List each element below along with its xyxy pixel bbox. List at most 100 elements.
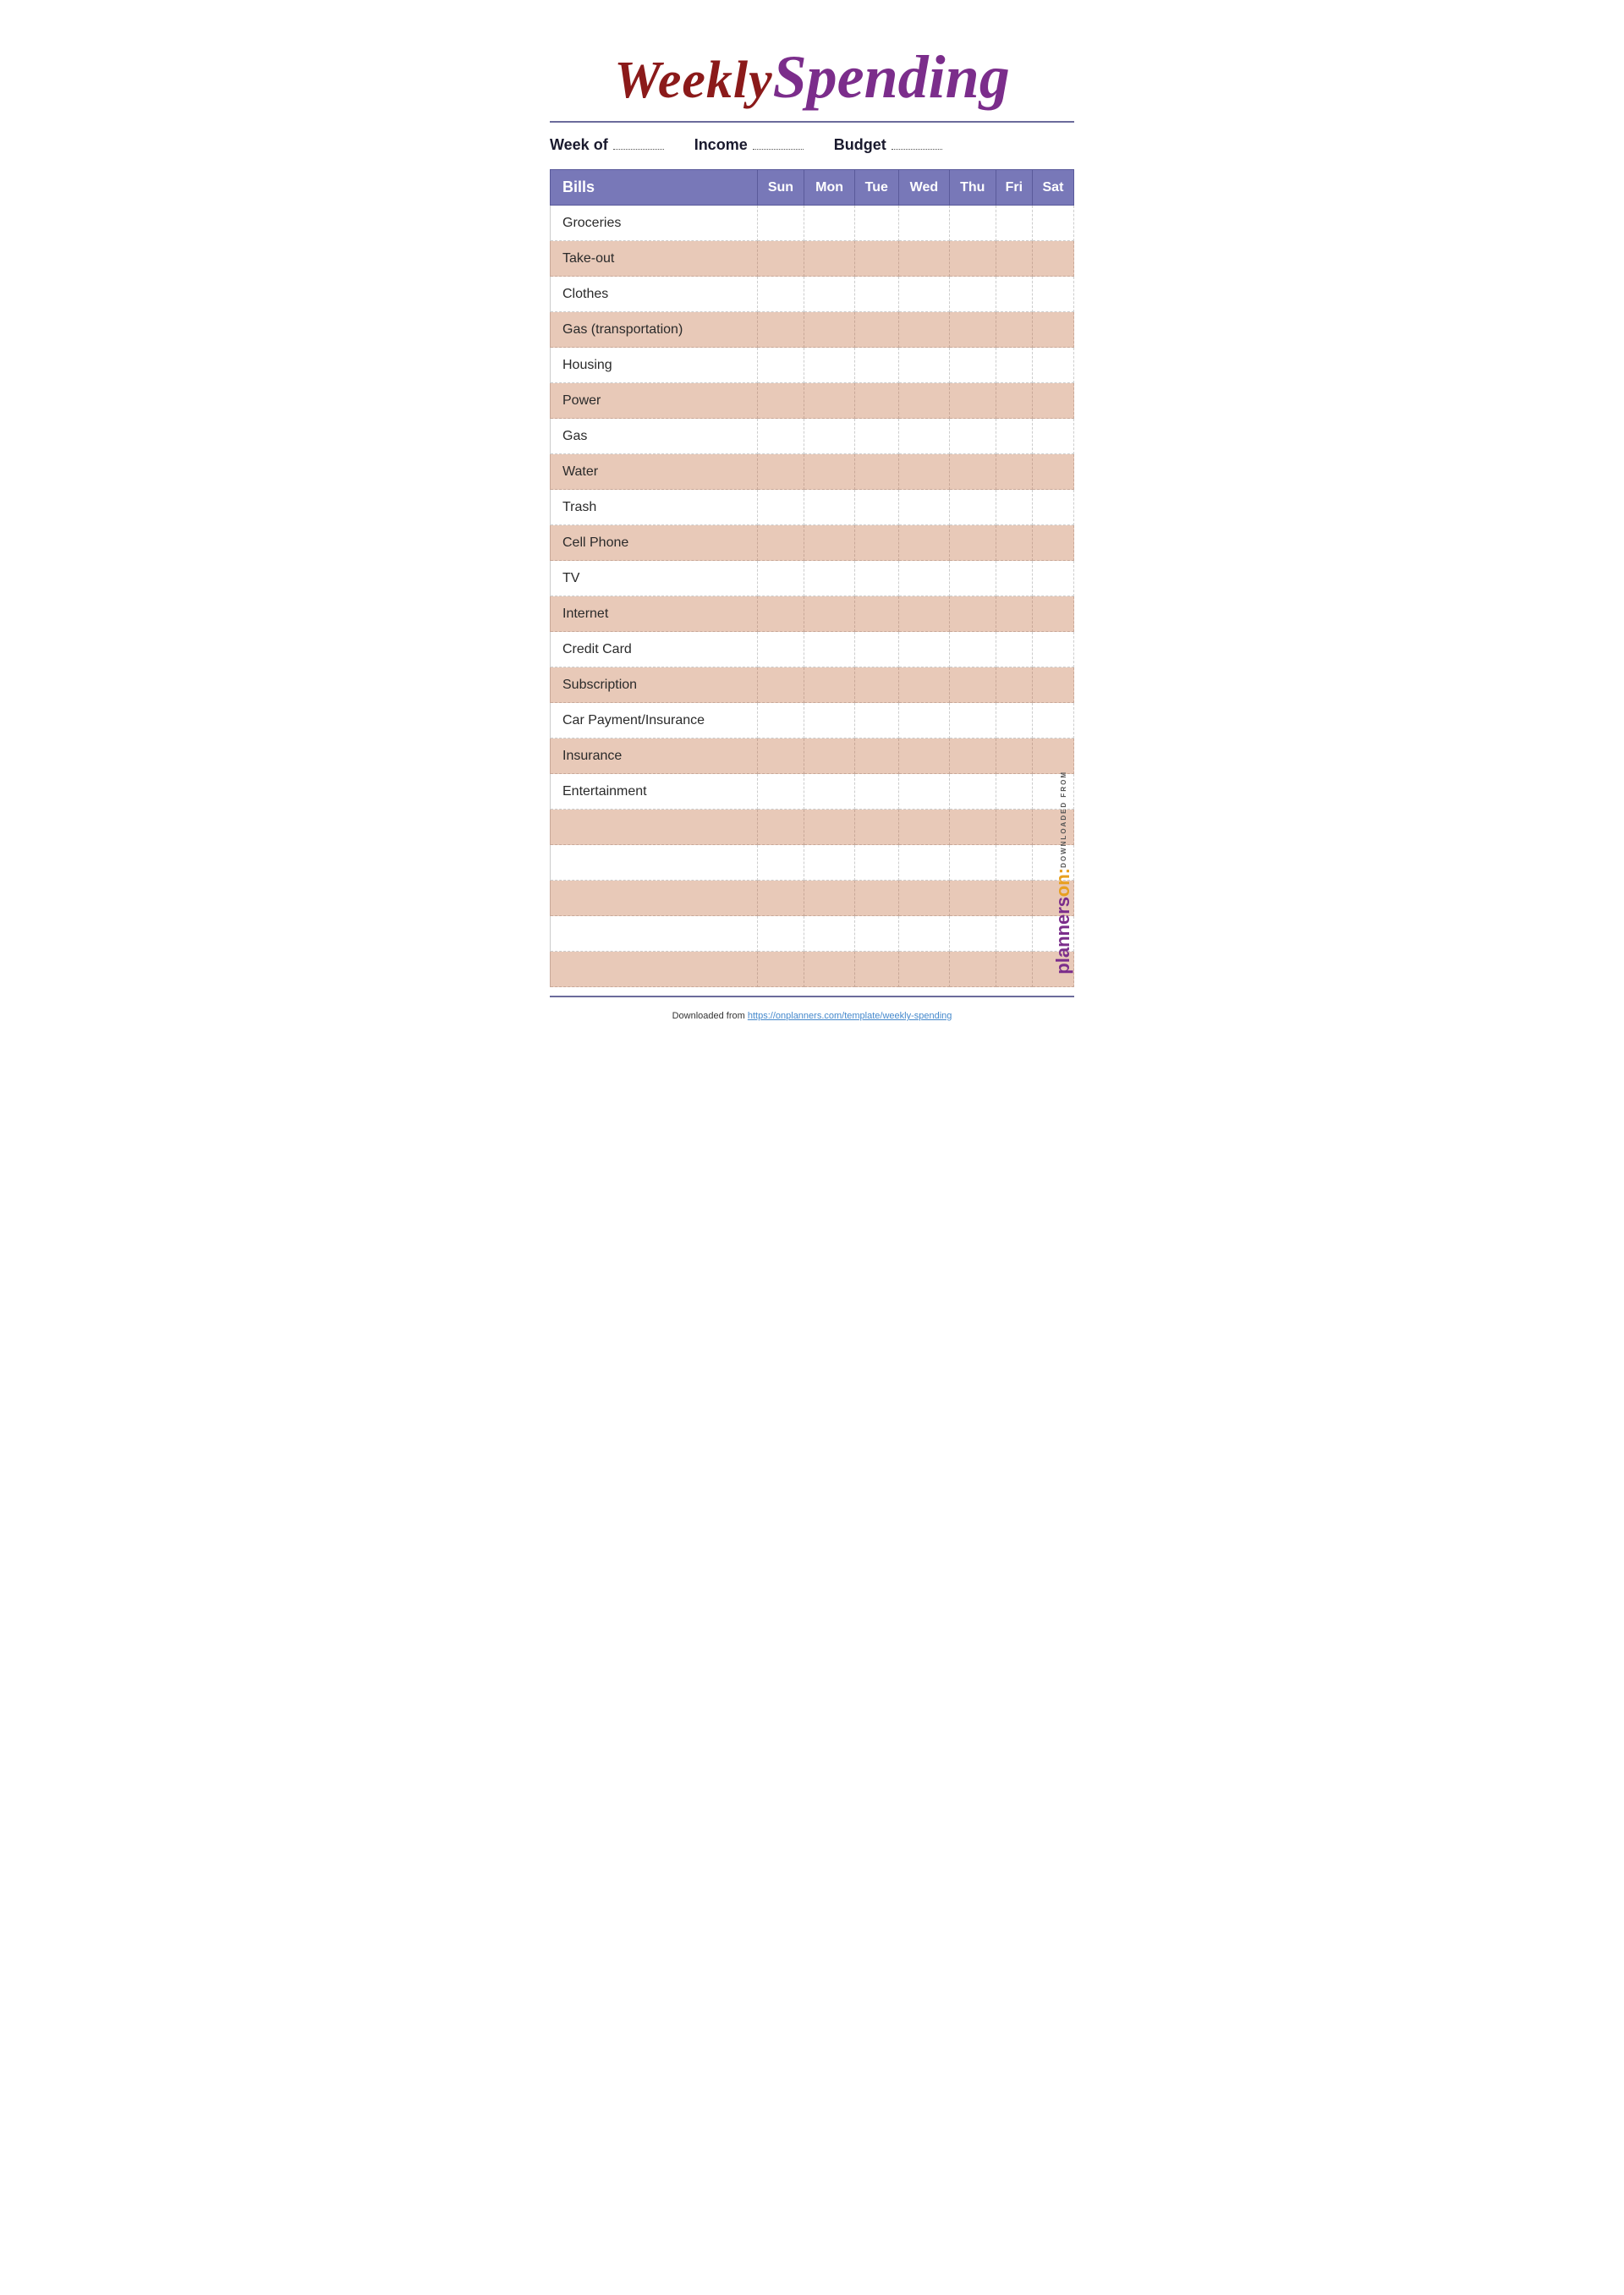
day-cell[interactable] (804, 952, 854, 987)
day-cell[interactable] (949, 454, 996, 490)
day-cell[interactable] (898, 241, 949, 277)
day-cell[interactable] (854, 632, 898, 667)
day-cell[interactable] (854, 703, 898, 738)
day-cell[interactable] (854, 490, 898, 525)
day-cell[interactable] (949, 383, 996, 419)
day-cell[interactable] (949, 916, 996, 952)
day-cell[interactable] (996, 596, 1032, 632)
day-cell[interactable] (804, 348, 854, 383)
day-cell[interactable] (996, 881, 1032, 916)
day-cell[interactable] (949, 241, 996, 277)
day-cell[interactable] (898, 845, 949, 881)
day-cell[interactable] (949, 277, 996, 312)
day-cell[interactable] (949, 312, 996, 348)
day-cell[interactable] (949, 632, 996, 667)
day-cell[interactable] (1032, 667, 1073, 703)
day-cell[interactable] (854, 312, 898, 348)
day-cell[interactable] (949, 206, 996, 241)
day-cell[interactable] (949, 490, 996, 525)
day-cell[interactable] (1032, 490, 1073, 525)
day-cell[interactable] (804, 738, 854, 774)
day-cell[interactable] (898, 490, 949, 525)
day-cell[interactable] (757, 845, 804, 881)
day-cell[interactable] (854, 277, 898, 312)
day-cell[interactable] (898, 952, 949, 987)
day-cell[interactable] (804, 845, 854, 881)
day-cell[interactable] (757, 348, 804, 383)
day-cell[interactable] (996, 774, 1032, 810)
day-cell[interactable] (996, 206, 1032, 241)
day-cell[interactable] (996, 490, 1032, 525)
day-cell[interactable] (804, 632, 854, 667)
day-cell[interactable] (757, 490, 804, 525)
day-cell[interactable] (854, 241, 898, 277)
day-cell[interactable] (949, 952, 996, 987)
day-cell[interactable] (1032, 312, 1073, 348)
day-cell[interactable] (949, 561, 996, 596)
day-cell[interactable] (757, 241, 804, 277)
day-cell[interactable] (1032, 632, 1073, 667)
day-cell[interactable] (1032, 525, 1073, 561)
day-cell[interactable] (898, 738, 949, 774)
day-cell[interactable] (757, 312, 804, 348)
day-cell[interactable] (757, 952, 804, 987)
day-cell[interactable] (898, 667, 949, 703)
day-cell[interactable] (898, 561, 949, 596)
day-cell[interactable] (757, 738, 804, 774)
day-cell[interactable] (804, 312, 854, 348)
day-cell[interactable] (854, 596, 898, 632)
day-cell[interactable] (996, 845, 1032, 881)
day-cell[interactable] (898, 277, 949, 312)
day-cell[interactable] (757, 703, 804, 738)
day-cell[interactable] (804, 277, 854, 312)
day-cell[interactable] (898, 881, 949, 916)
day-cell[interactable] (898, 810, 949, 845)
day-cell[interactable] (949, 348, 996, 383)
day-cell[interactable] (804, 561, 854, 596)
day-cell[interactable] (804, 241, 854, 277)
day-cell[interactable] (996, 952, 1032, 987)
day-cell[interactable] (1032, 383, 1073, 419)
day-cell[interactable] (996, 419, 1032, 454)
day-cell[interactable] (898, 774, 949, 810)
day-cell[interactable] (898, 419, 949, 454)
day-cell[interactable] (804, 206, 854, 241)
day-cell[interactable] (854, 845, 898, 881)
day-cell[interactable] (854, 810, 898, 845)
day-cell[interactable] (1032, 454, 1073, 490)
day-cell[interactable] (996, 632, 1032, 667)
day-cell[interactable] (854, 952, 898, 987)
day-cell[interactable] (1032, 596, 1073, 632)
day-cell[interactable] (854, 525, 898, 561)
day-cell[interactable] (854, 348, 898, 383)
day-cell[interactable] (996, 525, 1032, 561)
day-cell[interactable] (757, 667, 804, 703)
day-cell[interactable] (996, 454, 1032, 490)
day-cell[interactable] (757, 881, 804, 916)
day-cell[interactable] (996, 667, 1032, 703)
day-cell[interactable] (804, 454, 854, 490)
day-cell[interactable] (854, 667, 898, 703)
day-cell[interactable] (1032, 419, 1073, 454)
day-cell[interactable] (949, 525, 996, 561)
day-cell[interactable] (757, 810, 804, 845)
day-cell[interactable] (854, 916, 898, 952)
day-cell[interactable] (898, 206, 949, 241)
day-cell[interactable] (804, 419, 854, 454)
day-cell[interactable] (949, 703, 996, 738)
day-cell[interactable] (854, 383, 898, 419)
day-cell[interactable] (757, 561, 804, 596)
day-cell[interactable] (757, 916, 804, 952)
day-cell[interactable] (949, 774, 996, 810)
day-cell[interactable] (898, 312, 949, 348)
day-cell[interactable] (996, 277, 1032, 312)
day-cell[interactable] (757, 277, 804, 312)
day-cell[interactable] (898, 454, 949, 490)
day-cell[interactable] (757, 525, 804, 561)
day-cell[interactable] (804, 383, 854, 419)
day-cell[interactable] (804, 667, 854, 703)
day-cell[interactable] (996, 916, 1032, 952)
day-cell[interactable] (996, 383, 1032, 419)
day-cell[interactable] (804, 881, 854, 916)
day-cell[interactable] (949, 810, 996, 845)
